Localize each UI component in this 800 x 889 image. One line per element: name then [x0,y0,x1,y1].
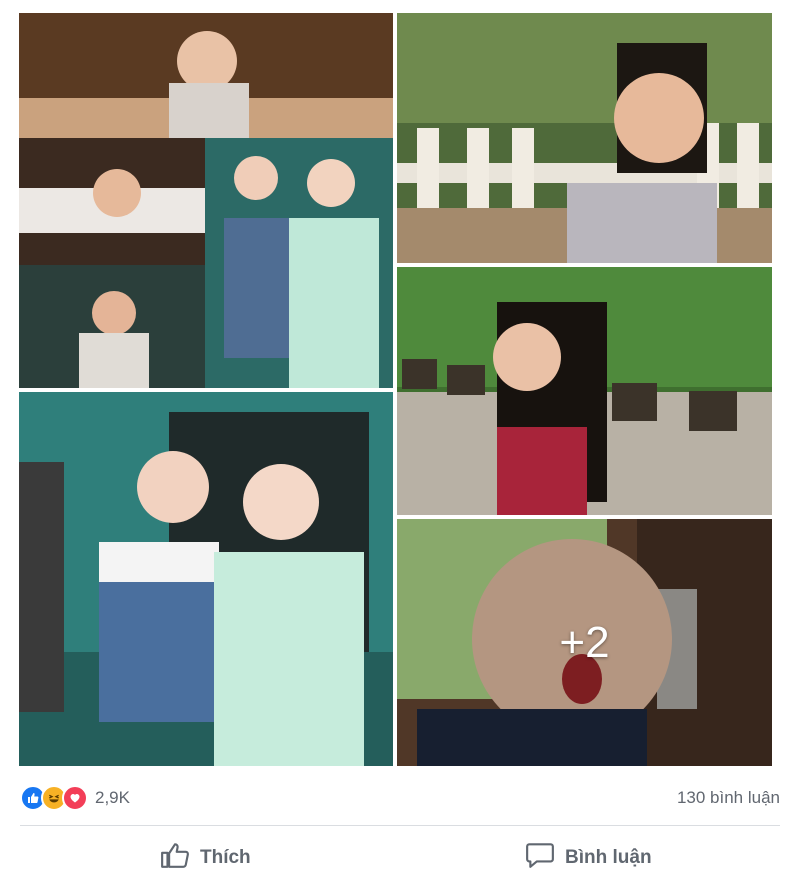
comment-count[interactable]: 130 bình luận [677,788,780,808]
comment-button-label: Bình luận [565,847,652,868]
reactions-summary[interactable]: 2,9K [20,785,130,811]
comment-button[interactable]: Bình luận [525,838,652,878]
reaction-count[interactable]: 2,9K [95,788,130,808]
photo-3[interactable] [397,13,772,263]
comment-icon [525,841,555,875]
thumbs-up-icon [160,841,190,875]
love-icon [62,785,88,811]
like-button-label: Thích [200,847,251,868]
photo-2[interactable] [19,392,393,766]
more-photos-overlay[interactable]: +2 [397,519,772,766]
divider [20,825,780,826]
photo-4[interactable] [397,267,772,515]
photo-5[interactable]: +2 [397,519,772,766]
photo-1[interactable] [19,13,393,388]
like-button[interactable]: Thích [160,838,251,878]
